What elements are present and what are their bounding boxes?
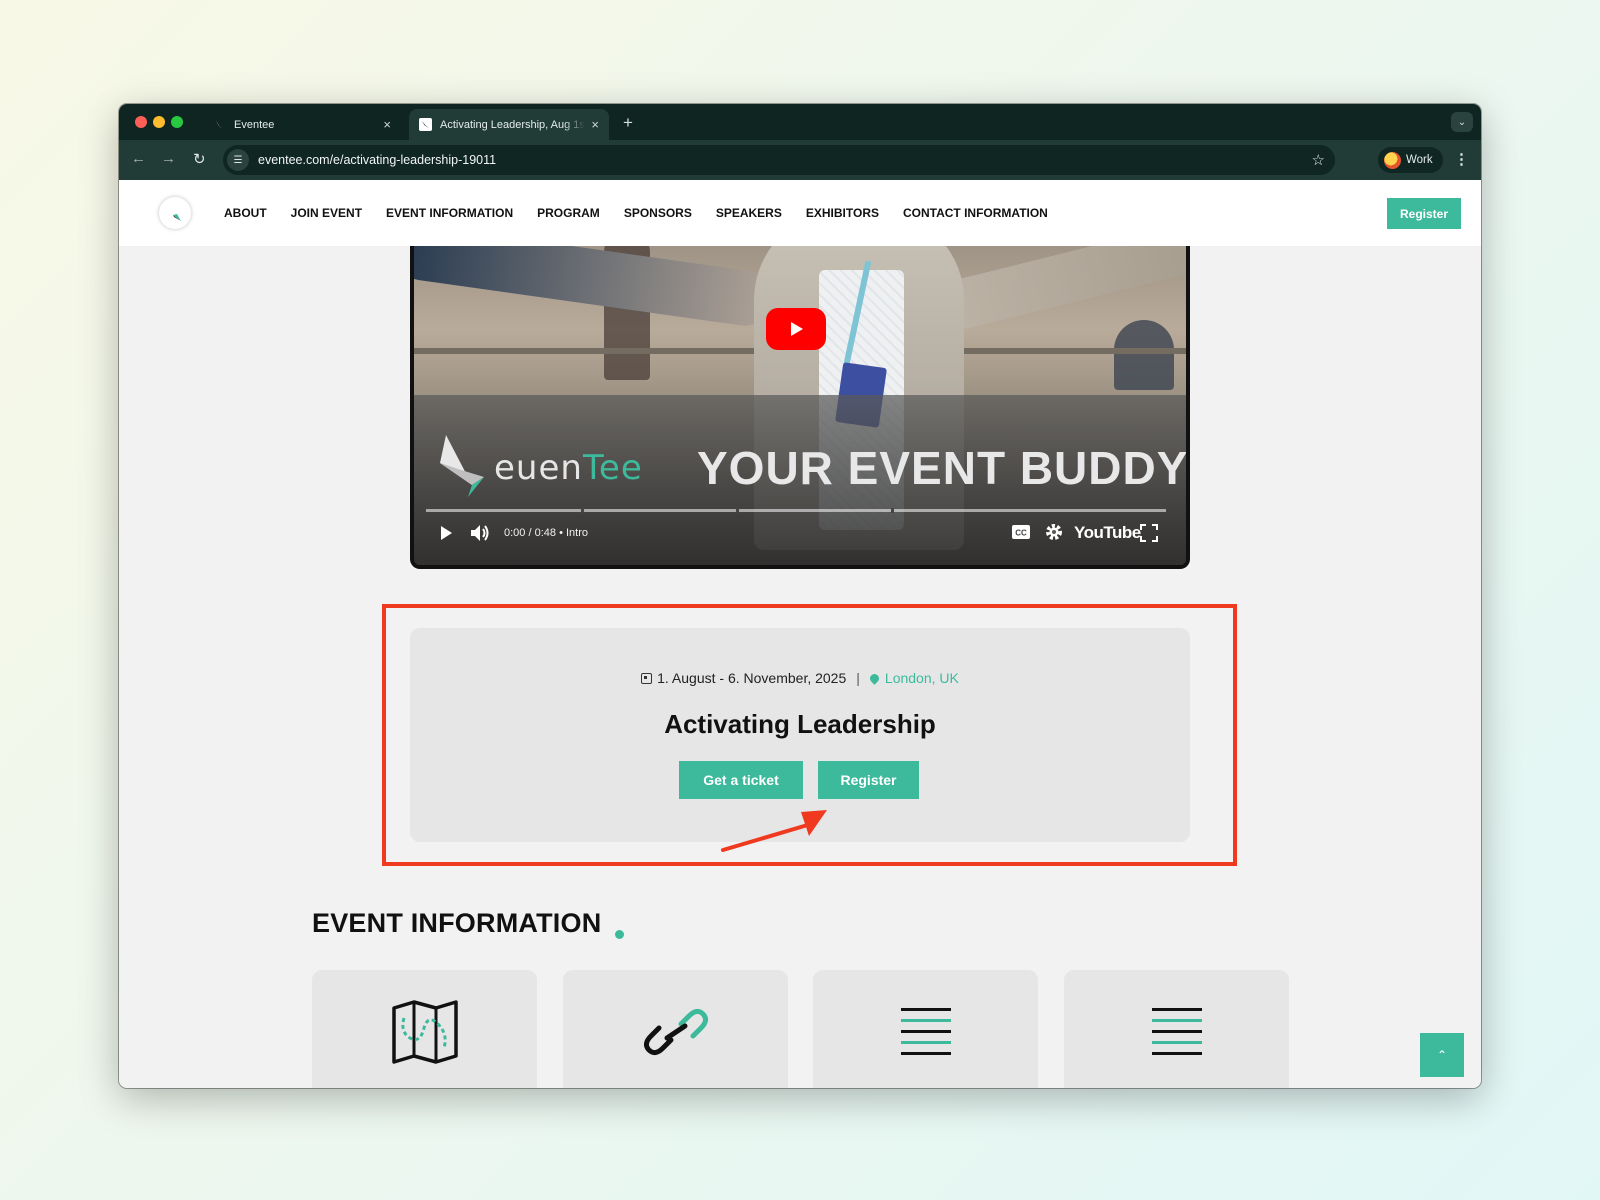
- reload-icon[interactable]: ↻: [193, 150, 206, 168]
- scroll-to-top-button[interactable]: ⌃: [1420, 1033, 1464, 1077]
- new-tab-button[interactable]: +: [623, 113, 633, 133]
- eventee-favicon-icon: [215, 119, 224, 130]
- video-time-value: 0:00 / 0:48: [504, 527, 556, 539]
- text-lines-icon: [901, 1008, 951, 1055]
- back-icon[interactable]: ←: [131, 150, 146, 167]
- eventee-favicon-icon: [419, 118, 432, 131]
- info-card-link[interactable]: [563, 970, 788, 1088]
- web-page: ABOUT JOIN EVENT EVENT INFORMATION PROGR…: [119, 180, 1481, 1088]
- annotation-arrow-icon: [721, 810, 827, 852]
- map-icon: [392, 1000, 458, 1064]
- star-icon[interactable]: ☆: [1312, 151, 1325, 169]
- menu-icon[interactable]: ⋮: [1454, 150, 1469, 168]
- chapter-marker: [891, 508, 894, 513]
- event-title: Activating Leadership: [664, 709, 936, 739]
- maximize-window-button[interactable]: [171, 116, 183, 128]
- nav-join-event[interactable]: JOIN EVENT: [291, 206, 362, 220]
- chevron-up-icon: ⌃: [1436, 1048, 1448, 1062]
- chapter-marker: [736, 508, 739, 513]
- play-icon: [791, 322, 803, 336]
- youtube-logo[interactable]: YouTube: [1074, 523, 1141, 543]
- profile-label: Work: [1406, 154, 1433, 166]
- address-bar[interactable]: ☰ eventee.com/e/activating-leadership-19…: [223, 145, 1335, 175]
- fullscreen-icon[interactable]: [1140, 524, 1158, 542]
- nav-links: ABOUT JOIN EVENT EVENT INFORMATION PROGR…: [224, 206, 1072, 220]
- youtube-play-button[interactable]: [766, 308, 826, 350]
- link-icon: [643, 1008, 709, 1056]
- nav-speakers[interactable]: SPEAKERS: [716, 206, 782, 220]
- video-brand-accent: Tee: [582, 448, 643, 488]
- event-meta: 1. August - 6. November, 2025 | London, UK: [410, 670, 1190, 686]
- minimize-window-button[interactable]: [153, 116, 165, 128]
- captions-icon[interactable]: CC: [1011, 524, 1031, 540]
- event-location[interactable]: London, UK: [885, 670, 959, 686]
- text-lines-icon: [1152, 1008, 1202, 1055]
- video-time: 0:00 / 0:48 • Intro: [504, 527, 588, 539]
- nav-sponsors[interactable]: SPONSORS: [624, 206, 692, 220]
- url-text[interactable]: eventee.com/e/activating-leadership-1901…: [258, 153, 496, 167]
- nav-event-information[interactable]: EVENT INFORMATION: [386, 206, 513, 220]
- play-icon[interactable]: [438, 525, 454, 541]
- tab-search-chevron-icon[interactable]: ⌄: [1451, 112, 1473, 132]
- info-card-text[interactable]: [1064, 970, 1289, 1088]
- eventee-logo[interactable]: [159, 197, 191, 229]
- location-pin-icon: [868, 672, 881, 685]
- nav-exhibitors[interactable]: EXHIBITORS: [806, 206, 879, 220]
- video-tagline: YOUR EVENT BUDDY: [697, 442, 1189, 494]
- nav-program[interactable]: PROGRAM: [537, 206, 600, 220]
- event-dates: 1. August - 6. November, 2025: [657, 670, 847, 686]
- tab-close-icon[interactable]: ×: [591, 117, 599, 132]
- tab-title: Activating Leadership, Aug 1st: [440, 118, 586, 131]
- meta-separator: |: [856, 670, 860, 686]
- chapter-marker: [581, 508, 584, 513]
- video-controls: 0:00 / 0:48 • Intro CC YouTube: [414, 518, 1186, 548]
- info-card-text[interactable]: [813, 970, 1038, 1088]
- event-information-heading: EVENT INFORMATION: [312, 908, 602, 938]
- tab-eventee[interactable]: Eventee ×: [203, 109, 401, 140]
- site-settings-icon[interactable]: ☰: [227, 149, 249, 171]
- forward-icon[interactable]: →: [161, 150, 176, 167]
- settings-gear-icon[interactable]: [1045, 523, 1063, 541]
- nav-contact-information[interactable]: CONTACT INFORMATION: [903, 206, 1048, 220]
- heading-accent-dot: [615, 930, 624, 939]
- video-progress-bar[interactable]: [426, 508, 1166, 513]
- captions-label: CC: [1015, 529, 1027, 538]
- video-brand-main: euen: [494, 448, 583, 488]
- video-chapter: • Intro: [559, 527, 588, 539]
- browser-window: Eventee × Activating Leadership, Aug 1st…: [119, 104, 1481, 1088]
- eventee-logo-icon: [168, 205, 181, 221]
- video-background-person: [1114, 320, 1174, 390]
- video-brand: euenTee: [494, 448, 643, 488]
- nav-register-button[interactable]: Register: [1387, 198, 1461, 229]
- tab-strip: Eventee × Activating Leadership, Aug 1st…: [119, 104, 1481, 140]
- tab-close-icon[interactable]: ×: [383, 117, 391, 132]
- volume-icon[interactable]: [470, 524, 490, 542]
- tab-activating-leadership[interactable]: Activating Leadership, Aug 1st ×: [409, 109, 609, 140]
- info-card-map[interactable]: [312, 970, 537, 1088]
- profile-button[interactable]: Work: [1378, 147, 1443, 173]
- close-window-button[interactable]: [135, 116, 147, 128]
- tab-title: Eventee: [234, 118, 275, 131]
- avatar: [1384, 151, 1401, 169]
- nav-about[interactable]: ABOUT: [224, 206, 267, 220]
- video-player[interactable]: euenTee YOUR EVENT BUDDY 0:00 / 0:48 • I…: [410, 230, 1190, 569]
- site-navigation: ABOUT JOIN EVENT EVENT INFORMATION PROGR…: [119, 180, 1481, 246]
- browser-toolbar: ← → ↻ ☰ eventee.com/e/activating-leaders…: [119, 140, 1481, 180]
- eventee-logo-icon: [440, 435, 484, 497]
- calendar-icon: [641, 673, 653, 684]
